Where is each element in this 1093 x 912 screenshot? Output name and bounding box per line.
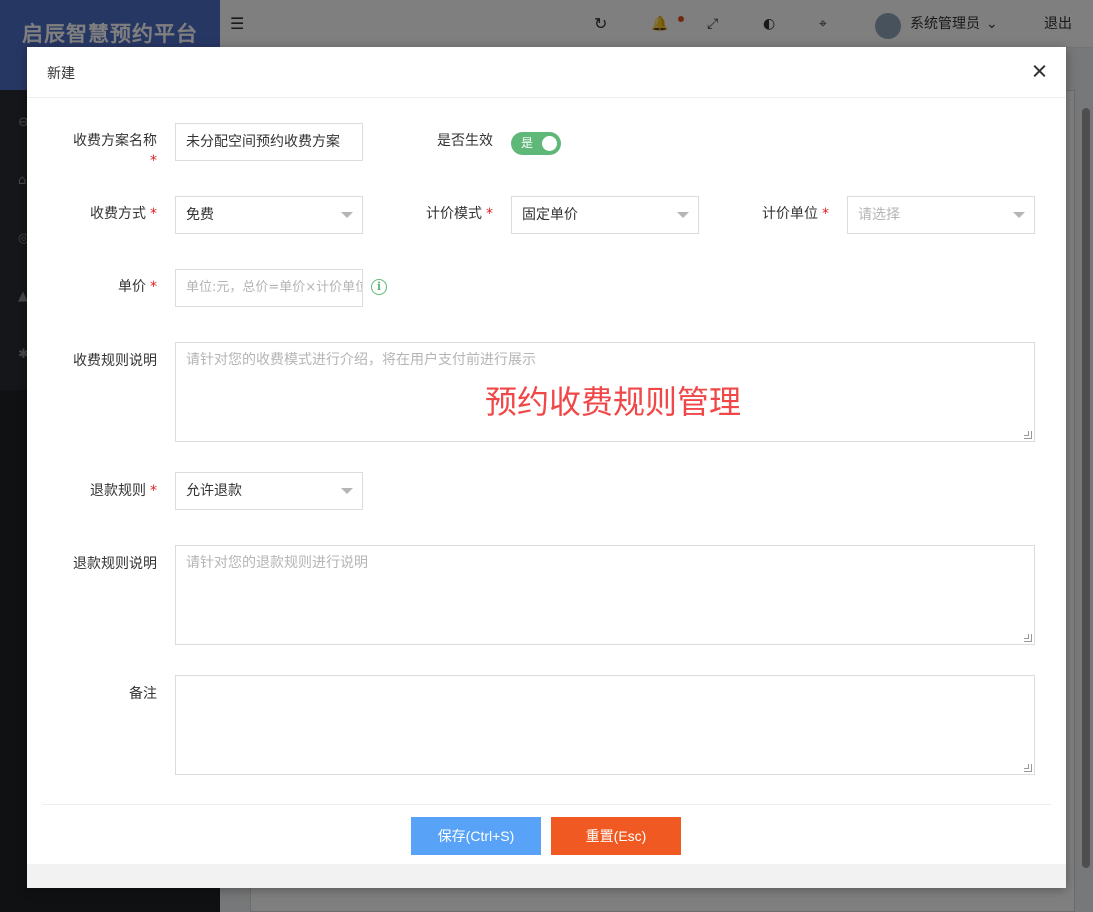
remark-textarea[interactable] <box>175 675 1035 775</box>
pricing-unit-select[interactable]: 请选择 <box>847 196 1035 234</box>
dialog-header: 新建 <box>27 47 1066 98</box>
dialog-title: 新建 <box>47 66 75 82</box>
dropdown-arrow-icon <box>341 212 353 218</box>
effective-label: 是否生效 <box>437 133 493 149</box>
unit-price-input[interactable]: 单位:元，总价=单价×计价单位 <box>175 269 363 307</box>
refund-rule-select[interactable]: 允许退款 <box>175 472 363 510</box>
dropdown-arrow-icon <box>1013 212 1025 218</box>
charge-method-select[interactable]: 免费 <box>175 196 363 234</box>
resize-handle[interactable] <box>1024 431 1032 439</box>
remark-label: 备注 <box>129 686 157 702</box>
refund-rule-label: 退款规则 * <box>90 483 157 499</box>
watermark-text: 预约收费规则管理 <box>485 383 742 421</box>
charge-rules-placeholder: 请针对您的收费模式进行介绍，将在用户支付前进行展示 <box>186 352 536 368</box>
refund-rules-desc-placeholder: 请针对您的退款规则进行说明 <box>186 555 368 571</box>
charge-rules-label: 收费规则说明 <box>73 353 157 369</box>
charge-method-value: 免费 <box>186 207 214 223</box>
charge-method-label: 收费方式 * <box>90 206 157 222</box>
dialog-footer: 保存(Ctrl+S) 重置(Esc) <box>42 804 1051 864</box>
refund-rules-desc-textarea[interactable]: 请针对您的退款规则进行说明 <box>175 545 1035 645</box>
unit-price-label: 单价 * <box>118 279 157 295</box>
info-icon[interactable]: i <box>371 279 387 295</box>
resize-handle[interactable] <box>1024 634 1032 642</box>
close-icon[interactable] <box>1028 59 1052 83</box>
plan-name-input[interactable]: 未分配空间预约收费方案 <box>175 123 363 161</box>
dropdown-arrow-icon <box>341 488 353 494</box>
refund-rules-desc-label: 退款规则说明 <box>73 556 157 572</box>
pricing-mode-label: 计价模式 * <box>426 206 493 222</box>
pricing-unit-label: 计价单位 * <box>762 206 829 222</box>
new-dialog: 新建 收费方案名称 * 未分配空间预约收费方案 是否生效 是 收费方式 * 免费 计… <box>27 47 1066 888</box>
pricing-mode-select[interactable]: 固定单价 <box>511 196 699 234</box>
plan-name-label: 收费方案名称 * <box>73 133 157 169</box>
reset-button[interactable]: 重置(Esc) <box>551 817 681 855</box>
save-button[interactable]: 保存(Ctrl+S) <box>411 817 541 855</box>
switch-knob <box>542 136 557 151</box>
dialog-bottom-strip <box>27 864 1066 888</box>
dropdown-arrow-icon <box>677 212 689 218</box>
refund-rule-value: 允许退款 <box>186 483 242 499</box>
pricing-unit-placeholder: 请选择 <box>858 207 900 223</box>
resize-handle[interactable] <box>1024 764 1032 772</box>
effective-switch[interactable]: 是 <box>511 132 561 155</box>
switch-label: 是 <box>521 136 534 150</box>
pricing-mode-value: 固定单价 <box>522 207 578 223</box>
